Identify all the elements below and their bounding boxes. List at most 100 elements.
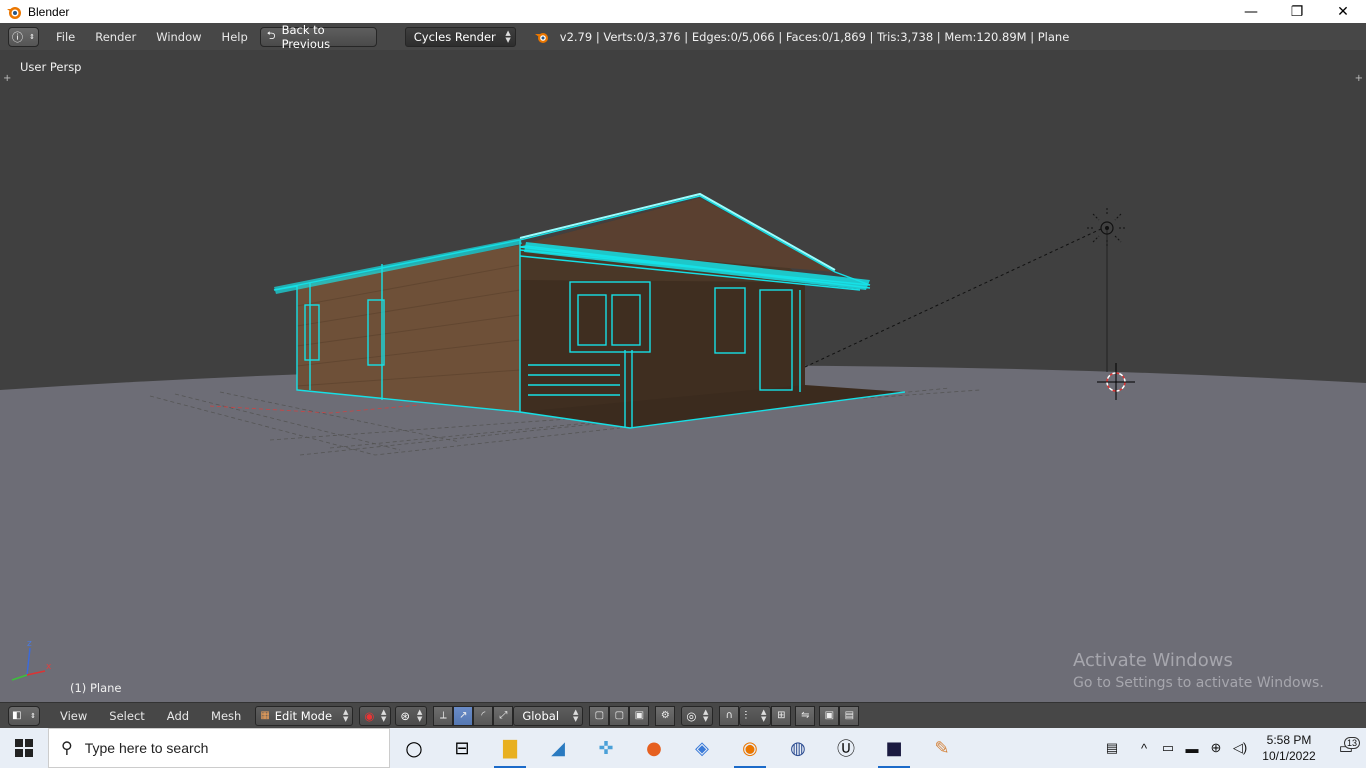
file-explorer-icon: ▇ (503, 737, 517, 759)
magnet-icon: ∩ (725, 710, 733, 721)
menu-help[interactable]: Help (214, 30, 256, 44)
taskbar-app-file-explorer[interactable]: ▇ (486, 728, 534, 768)
taskbar-app-unreal[interactable]: Ⓤ (822, 728, 870, 768)
menu-file[interactable]: File (48, 30, 83, 44)
windows-taskbar: ⚲ Type here to search ○ ⊟ ▇ ◢ ✜ ● ◈ ◉ ◍ … (0, 728, 1366, 768)
volume-icon[interactable]: ◁) (1228, 740, 1252, 756)
blender-logo-icon (7, 6, 21, 19)
taskbar-app-dolphin[interactable]: ◢ (534, 728, 582, 768)
close-button[interactable]: ✕ (1320, 0, 1366, 23)
camera-icon: ▣ (824, 710, 835, 721)
taskbar-app-firefox[interactable]: ● (630, 728, 678, 768)
3d-view-header: ◧ ⇕ View Select Add Mesh ▦ Edit Mode ▲ ▼ ◉… (0, 702, 1366, 728)
blender-icon: ◉ (742, 737, 758, 759)
render-animation-button[interactable]: ▤ (839, 705, 860, 726)
edit-mode-icon: ▦ (260, 710, 270, 721)
mode-select[interactable]: ▦ Edit Mode ▲ ▼ (255, 705, 354, 726)
snap-toggle-button[interactable]: ∩ (719, 705, 740, 726)
select-arrows-icon: ▲ ▼ (342, 707, 349, 723)
menu-mesh[interactable]: Mesh (203, 709, 249, 723)
select-arrows-icon: ▲ ▼ (505, 28, 511, 44)
lamp-direction-line (804, 227, 1104, 368)
viewport-scene[interactable] (0, 50, 1366, 702)
windows-logo-icon (15, 739, 33, 757)
rotate-button[interactable]: ◜ (473, 705, 494, 726)
transform-orientation-select[interactable]: Global ▲ ▼ (513, 705, 584, 726)
translate-button[interactable]: ↗ (453, 705, 474, 726)
render-image-button[interactable]: ▣ (819, 705, 840, 726)
taskbar-app-launcher[interactable]: ■ (870, 728, 918, 768)
taskbar-clock[interactable]: 5:58 PM 10/1/2022 (1252, 732, 1326, 764)
app-icon: ◈ (695, 737, 709, 759)
cortana-button[interactable]: ○ (390, 728, 438, 768)
taskbar-app-controller[interactable]: ✜ (582, 728, 630, 768)
scale-icon: ⤢ (499, 710, 508, 721)
occlude-geometry-button[interactable]: ⚙ (655, 705, 676, 726)
region-toggle-left-icon[interactable]: + (3, 73, 11, 84)
menu-view[interactable]: View (52, 709, 95, 723)
taskbar-app-blender[interactable]: ◉ (726, 728, 774, 768)
proportional-edit-select[interactable]: ◎ ▲ ▼ (681, 705, 714, 726)
menu-select[interactable]: Select (101, 709, 152, 723)
taskbar-app-paint[interactable]: ✎ (918, 728, 966, 768)
snap-increment-icon: ⫶ (744, 708, 748, 722)
battery-icon[interactable]: ▬ (1180, 741, 1204, 756)
unreal-engine-icon: Ⓤ (837, 739, 855, 760)
menu-add[interactable]: Add (159, 709, 197, 723)
lamp-object[interactable] (1087, 208, 1127, 248)
region-toggle-right-icon[interactable]: + (1355, 73, 1363, 84)
system-tray: ▤ ^ ▭ ▬ ⊕ ◁) 5:58 PM 10/1/2022 ▭ 13 (1100, 728, 1366, 768)
clapper-icon: ▤ (844, 710, 855, 721)
viewport-shading-select[interactable]: ◉ ▲ ▼ (359, 705, 392, 726)
cortana-circle-icon: ○ (405, 736, 423, 760)
select-arrows-icon: ▲ ▼ (572, 707, 579, 723)
scene-stats: v2.79 | Verts:0/3,376 | Edges:0/5,066 | … (559, 29, 1070, 44)
menu-window[interactable]: Window (148, 30, 209, 44)
media-player-icon: ◍ (790, 737, 806, 759)
translate-arrow-icon: ↗ (459, 710, 468, 721)
back-arrow-icon: ⮌ (266, 29, 276, 42)
select-arrows-icon: ▲ ▼ (416, 707, 423, 723)
network-icon[interactable]: ⊕ (1204, 740, 1228, 756)
mirror-button[interactable]: ⇋ (795, 705, 816, 726)
select-arrows-icon: ▲ ▼ (760, 707, 767, 723)
minimize-button[interactable]: — (1228, 0, 1274, 23)
menu-render[interactable]: Render (87, 30, 144, 44)
3d-view-icon: ◧ (12, 710, 22, 721)
taskbar-search-box[interactable]: ⚲ Type here to search (48, 728, 390, 768)
news-icon[interactable]: ▤ (1100, 740, 1124, 756)
scale-button[interactable]: ⤢ (493, 705, 514, 726)
game-controller-icon: ✜ (598, 737, 614, 759)
show-hidden-icons-icon[interactable]: ^ (1132, 741, 1156, 756)
task-view-icon: ⊟ (454, 737, 470, 759)
meet-now-icon[interactable]: ▭ (1156, 740, 1180, 756)
layer-button-1[interactable]: ▢ (589, 705, 610, 726)
layer-button-3[interactable]: ▣ (629, 705, 650, 726)
shading-icon: ◉ (364, 708, 375, 723)
pivot-select[interactable]: ⊛ ▲ ▼ (395, 705, 428, 726)
restore-button[interactable]: ❐ (1274, 0, 1320, 23)
manipulator-toggle-button[interactable]: ⟂ (433, 705, 454, 726)
info-icon: ⓘ (12, 30, 23, 44)
paint-icon: ✎ (934, 737, 950, 759)
start-button[interactable] (0, 728, 48, 768)
notification-center-button[interactable]: ▭ 13 (1326, 737, 1366, 757)
select-arrows-icon: ▲ ▼ (380, 707, 387, 723)
task-view-button[interactable]: ⊟ (438, 728, 486, 768)
editor-type-selector-3d[interactable]: ◧ ⇕ (8, 705, 40, 726)
house-mesh[interactable] (273, 192, 906, 429)
window-title: Blender (28, 4, 70, 19)
cube-icon: ▢ (594, 710, 605, 721)
layer-button-2[interactable]: ▢ (609, 705, 630, 726)
info-header: ⓘ ⇕ File Render Window Help ⮌ Back to Pre… (0, 23, 1366, 51)
taskbar-app-blue[interactable]: ◈ (678, 728, 726, 768)
snap-target-button[interactable]: ⊞ (771, 705, 792, 726)
game-launcher-icon: ■ (885, 737, 903, 759)
3d-viewport[interactable]: + + User Persp z x (1) Plane Activate Wi… (0, 50, 1366, 702)
render-engine-select[interactable]: Cycles Render ▲ ▼ (404, 26, 516, 47)
back-to-previous-button[interactable]: ⮌ Back to Previous (259, 23, 377, 51)
dolphin-emulator-icon: ◢ (551, 737, 565, 759)
editor-type-selector[interactable]: ⓘ ⇕ (8, 26, 39, 47)
taskbar-app-media[interactable]: ◍ (774, 728, 822, 768)
snap-element-select[interactable]: ⫶ ▲ ▼ (739, 705, 772, 726)
